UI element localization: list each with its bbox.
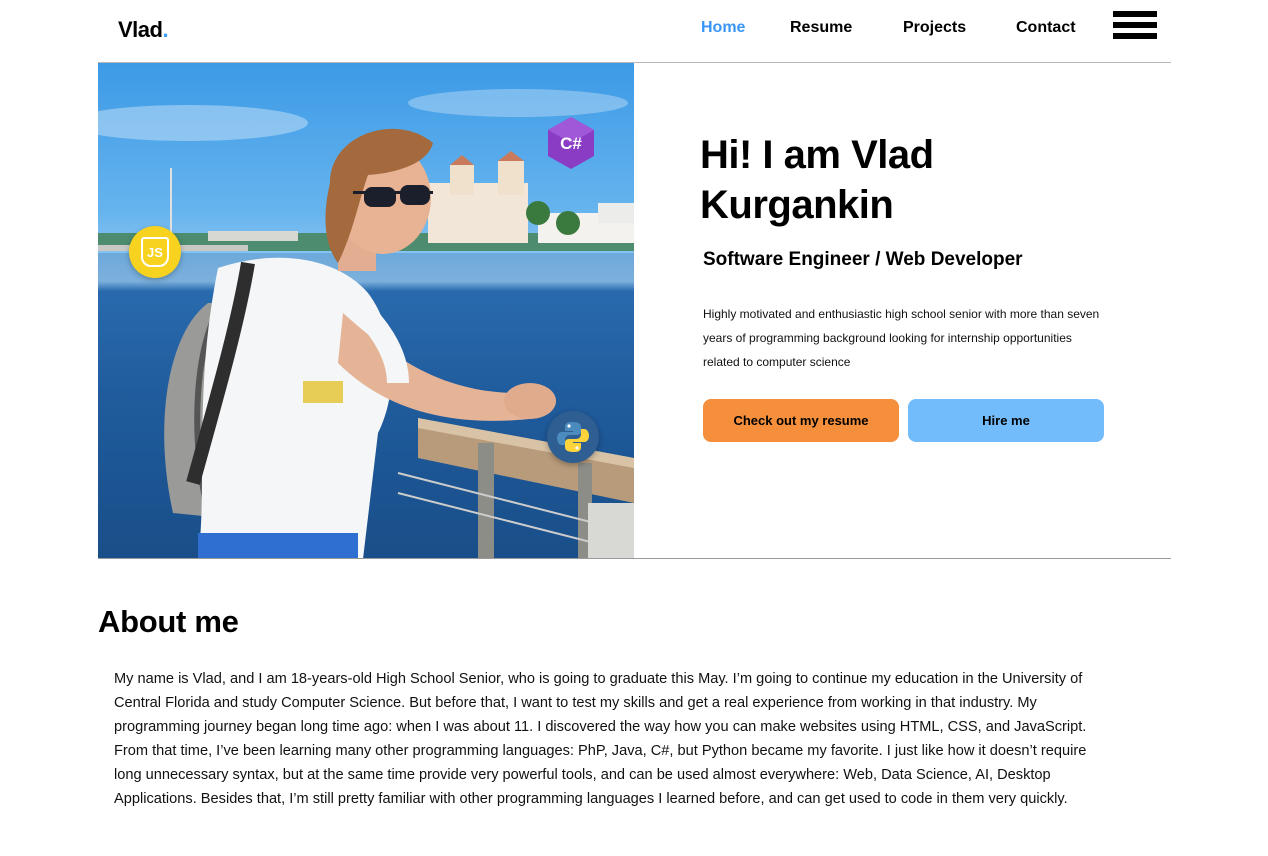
hamburger-menu-icon[interactable] <box>1113 11 1157 43</box>
top-navigation: Vlad. Home Resume Projects Contact <box>0 0 1268 62</box>
python-icon <box>547 411 599 463</box>
site-logo[interactable]: Vlad. <box>118 17 169 43</box>
logo-text: Vlad <box>118 17 163 42</box>
csharp-icon: C# <box>546 116 596 170</box>
nav-link-projects[interactable]: Projects <box>903 19 966 37</box>
nav-link-home[interactable]: Home <box>701 19 745 37</box>
about-text: My name is Vlad, and I am 18-years-old H… <box>114 671 1087 807</box>
check-resume-button[interactable]: Check out my resume <box>703 399 899 442</box>
hero-title: Hi! I am Vlad Kurgankin <box>700 133 934 227</box>
javascript-icon-label: JS <box>141 237 169 267</box>
hire-me-button[interactable]: Hire me <box>908 399 1104 442</box>
about-title: About me <box>98 604 239 639</box>
nav-link-resume[interactable]: Resume <box>790 19 852 37</box>
javascript-icon: JS <box>129 226 181 278</box>
csharp-icon-label: C# <box>560 134 582 153</box>
logo-dot: . <box>162 17 169 42</box>
nav-link-contact[interactable]: Contact <box>1016 19 1076 37</box>
hero-description: Highly motivated and enthusiastic high s… <box>703 307 1100 369</box>
hero-bottom-divider <box>98 558 1171 559</box>
hero-subtitle: Software Engineer / Web Developer <box>703 249 1023 270</box>
